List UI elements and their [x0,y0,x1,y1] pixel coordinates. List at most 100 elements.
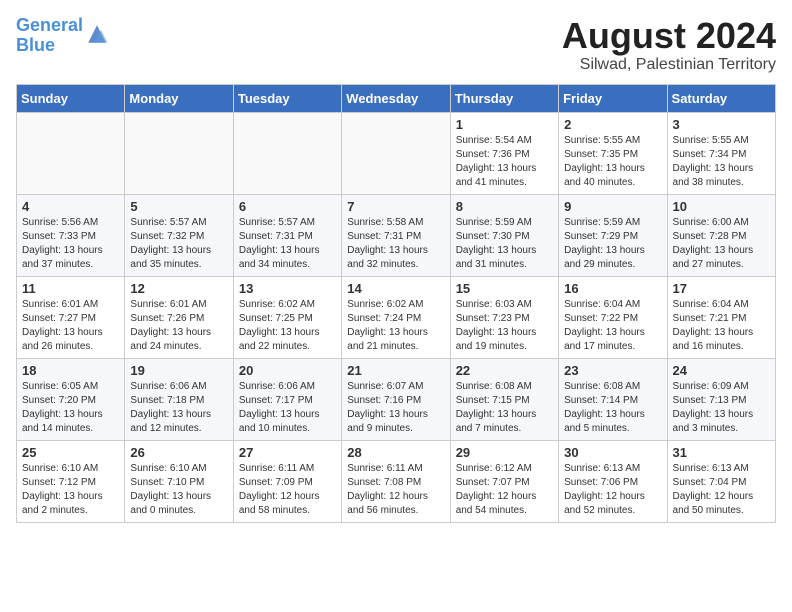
calendar-cell: 26 Sunrise: 6:10 AM Sunset: 7:10 PM Dayli… [125,440,233,522]
calendar-week-row: 4 Sunrise: 5:56 AM Sunset: 7:33 PM Daylig… [17,194,776,276]
day-info: Sunrise: 5:56 AM Sunset: 7:33 PM Dayligh… [22,216,119,272]
day-info: Sunrise: 6:13 AM Sunset: 7:04 PM Dayligh… [673,462,770,518]
day-info: Sunrise: 5:58 AM Sunset: 7:31 PM Dayligh… [347,216,444,272]
day-number: 26 [130,445,227,460]
day-number: 10 [673,199,770,214]
calendar-cell: 2Sunrise: 5:55 AM Sunset: 7:35 PM Daylig… [559,112,667,194]
weekday-header-row: SundayMondayTuesdayWednesdayThursdayFrid… [17,84,776,112]
calendar-week-row: 1 Sunrise: 5:54 AM Sunset: 7:36 PM Daylig… [17,112,776,194]
day-info: Sunrise: 6:13 AM Sunset: 7:06 PM Dayligh… [564,462,661,518]
day-info: Sunrise: 6:08 AM Sunset: 7:15 PM Dayligh… [456,380,553,436]
day-number: 18 [22,363,119,378]
day-number: 21 [347,363,444,378]
day-number: 12 [130,281,227,296]
weekday-header-saturday: Saturday [667,84,775,112]
calendar-cell: 31 Sunrise: 6:13 AM Sunset: 7:04 PM Dayli… [667,440,775,522]
day-number: 17 [673,281,770,296]
calendar-cell: 17 Sunrise: 6:04 AM Sunset: 7:21 PM Dayli… [667,276,775,358]
day-info: Sunrise: 6:06 AM Sunset: 7:17 PM Dayligh… [239,380,336,436]
calendar-cell: 25 Sunrise: 6:10 AM Sunset: 7:12 PM Dayli… [17,440,125,522]
day-info: Sunrise: 6:11 AM Sunset: 7:08 PM Dayligh… [347,462,444,518]
calendar-cell: 19 Sunrise: 6:06 AM Sunset: 7:18 PM Dayli… [125,358,233,440]
day-info: Sunrise: 6:11 AM Sunset: 7:09 PM Dayligh… [239,462,336,518]
day-info: Sunrise: 6:04 AM Sunset: 7:21 PM Dayligh… [673,298,770,354]
calendar-cell [17,112,125,194]
day-number: 20 [239,363,336,378]
day-number: 23 [564,363,661,378]
day-number: 5 [130,199,227,214]
day-number: 7 [347,199,444,214]
day-number: 9 [564,199,661,214]
day-number: 4 [22,199,119,214]
day-info: Sunrise: 6:03 AM Sunset: 7:23 PM Dayligh… [456,298,553,354]
day-number: 19 [130,363,227,378]
day-info: Sunrise: 5:59 AM Sunset: 7:29 PM Dayligh… [564,216,661,272]
calendar-cell: 28Sunrise: 6:11 AM Sunset: 7:08 PM Dayli… [342,440,450,522]
calendar-cell: 21 Sunrise: 6:07 AM Sunset: 7:16 PM Dayli… [342,358,450,440]
day-info: Sunrise: 5:55 AM Sunset: 7:35 PM Dayligh… [564,134,661,190]
day-number: 6 [239,199,336,214]
day-info: Sunrise: 5:57 AM Sunset: 7:31 PM Dayligh… [239,216,336,272]
weekday-header-thursday: Thursday [450,84,558,112]
day-info: Sunrise: 5:54 AM Sunset: 7:36 PM Dayligh… [456,134,553,190]
day-number: 14 [347,281,444,296]
day-number: 8 [456,199,553,214]
calendar-cell: 15 Sunrise: 6:03 AM Sunset: 7:23 PM Dayli… [450,276,558,358]
day-info: Sunrise: 6:01 AM Sunset: 7:27 PM Dayligh… [22,298,119,354]
calendar-cell: 9 Sunrise: 5:59 AM Sunset: 7:29 PM Daylig… [559,194,667,276]
day-info: Sunrise: 6:12 AM Sunset: 7:07 PM Dayligh… [456,462,553,518]
day-number: 31 [673,445,770,460]
calendar-cell: 8 Sunrise: 5:59 AM Sunset: 7:30 PM Daylig… [450,194,558,276]
calendar-cell: 13Sunrise: 6:02 AM Sunset: 7:25 PM Dayli… [233,276,341,358]
day-number: 25 [22,445,119,460]
calendar-subtitle: Silwad, Palestinian Territory [562,56,776,74]
calendar-table: SundayMondayTuesdayWednesdayThursdayFrid… [16,84,776,523]
weekday-header-monday: Monday [125,84,233,112]
day-info: Sunrise: 6:01 AM Sunset: 7:26 PM Dayligh… [130,298,227,354]
day-number: 1 [456,117,553,132]
day-info: Sunrise: 6:08 AM Sunset: 7:14 PM Dayligh… [564,380,661,436]
calendar-cell: 14Sunrise: 6:02 AM Sunset: 7:24 PM Dayli… [342,276,450,358]
logo: General Blue [16,16,109,56]
weekday-header-sunday: Sunday [17,84,125,112]
day-number: 29 [456,445,553,460]
calendar-cell [233,112,341,194]
calendar-cell: 4 Sunrise: 5:56 AM Sunset: 7:33 PM Daylig… [17,194,125,276]
logo-blue: Blue [16,35,55,55]
day-number: 27 [239,445,336,460]
day-number: 16 [564,281,661,296]
day-info: Sunrise: 6:04 AM Sunset: 7:22 PM Dayligh… [564,298,661,354]
title-block: August 2024 Silwad, Palestinian Territor… [562,16,776,74]
day-number: 3 [673,117,770,132]
calendar-cell: 10 Sunrise: 6:00 AM Sunset: 7:28 PM Dayli… [667,194,775,276]
day-info: Sunrise: 5:59 AM Sunset: 7:30 PM Dayligh… [456,216,553,272]
calendar-week-row: 25 Sunrise: 6:10 AM Sunset: 7:12 PM Dayli… [17,440,776,522]
calendar-cell: 5 Sunrise: 5:57 AM Sunset: 7:32 PM Daylig… [125,194,233,276]
weekday-header-friday: Friday [559,84,667,112]
page-header: General Blue August 2024 Silwad, Palesti… [16,16,776,74]
calendar-cell [342,112,450,194]
day-info: Sunrise: 5:57 AM Sunset: 7:32 PM Dayligh… [130,216,227,272]
logo-text: General Blue [16,16,83,56]
day-info: Sunrise: 6:06 AM Sunset: 7:18 PM Dayligh… [130,380,227,436]
calendar-cell: 24Sunrise: 6:09 AM Sunset: 7:13 PM Dayli… [667,358,775,440]
day-number: 24 [673,363,770,378]
calendar-cell: 12 Sunrise: 6:01 AM Sunset: 7:26 PM Dayli… [125,276,233,358]
calendar-cell: 27 Sunrise: 6:11 AM Sunset: 7:09 PM Dayli… [233,440,341,522]
day-info: Sunrise: 5:55 AM Sunset: 7:34 PM Dayligh… [673,134,770,190]
day-info: Sunrise: 6:10 AM Sunset: 7:10 PM Dayligh… [130,462,227,518]
day-info: Sunrise: 6:10 AM Sunset: 7:12 PM Dayligh… [22,462,119,518]
logo-general: General [16,15,83,35]
calendar-cell: 3 Sunrise: 5:55 AM Sunset: 7:34 PM Daylig… [667,112,775,194]
calendar-cell: 20 Sunrise: 6:06 AM Sunset: 7:17 PM Dayli… [233,358,341,440]
calendar-cell: 29 Sunrise: 6:12 AM Sunset: 7:07 PM Dayli… [450,440,558,522]
weekday-header-tuesday: Tuesday [233,84,341,112]
day-info: Sunrise: 6:00 AM Sunset: 7:28 PM Dayligh… [673,216,770,272]
calendar-cell: 22 Sunrise: 6:08 AM Sunset: 7:15 PM Dayli… [450,358,558,440]
day-info: Sunrise: 6:07 AM Sunset: 7:16 PM Dayligh… [347,380,444,436]
calendar-cell [125,112,233,194]
day-number: 22 [456,363,553,378]
calendar-cell: 16 Sunrise: 6:04 AM Sunset: 7:22 PM Dayli… [559,276,667,358]
day-number: 15 [456,281,553,296]
calendar-cell: 1 Sunrise: 5:54 AM Sunset: 7:36 PM Daylig… [450,112,558,194]
